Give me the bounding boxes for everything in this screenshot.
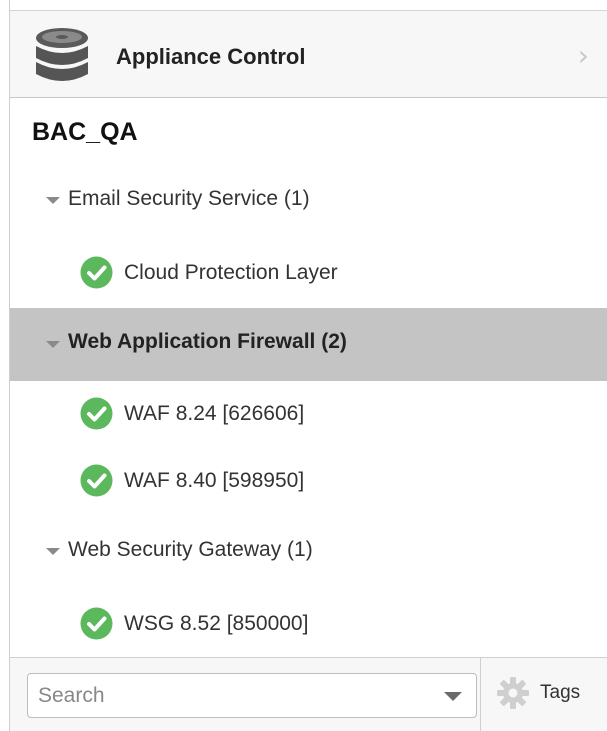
search-input[interactable] (38, 679, 418, 713)
status-ok-icon (80, 256, 113, 289)
panel-footer: Tags (10, 657, 607, 731)
status-ok-icon (80, 464, 113, 497)
tree-group-web-security-gateway[interactable]: Web Security Gateway (1) (10, 521, 607, 581)
gear-icon (497, 677, 529, 709)
tree-group-label: Web Application Firewall (2) (68, 330, 347, 353)
status-ok-icon (80, 607, 113, 640)
appliance-control-header[interactable]: Appliance Control › (10, 10, 607, 98)
tree-item-label: Cloud Protection Layer (124, 261, 338, 284)
tree-group-web-application-firewall[interactable]: Web Application Firewall (2) (10, 308, 607, 381)
status-ok-icon (80, 397, 113, 430)
chevron-right-icon[interactable]: › (578, 39, 589, 72)
tags-label: Tags (540, 682, 581, 703)
tree-group-label: Email Security Service (1) (68, 187, 310, 210)
tree-group-label: Web Security Gateway (1) (68, 538, 313, 561)
tree-item-label: WSG 8.52 [850000] (124, 612, 309, 635)
caret-down-icon[interactable] (46, 548, 60, 555)
caret-down-icon[interactable] (46, 341, 60, 348)
tree-item-label: WAF 8.24 [626606] (124, 402, 305, 425)
footer-divider (480, 658, 481, 731)
page-title: Appliance Control (116, 44, 306, 69)
database-icon (36, 28, 88, 81)
tree-group-email-security[interactable]: Email Security Service (1) (10, 170, 607, 230)
search-box[interactable] (27, 673, 477, 718)
dropdown-arrow-icon[interactable] (444, 692, 462, 701)
caret-down-icon[interactable] (46, 197, 60, 204)
tenant-name: BAC_QA (32, 118, 138, 146)
appliance-panel: Appliance Control › BAC_QA Email Securit… (0, 0, 607, 731)
tree-item-label: WAF 8.40 [598950] (124, 469, 305, 492)
